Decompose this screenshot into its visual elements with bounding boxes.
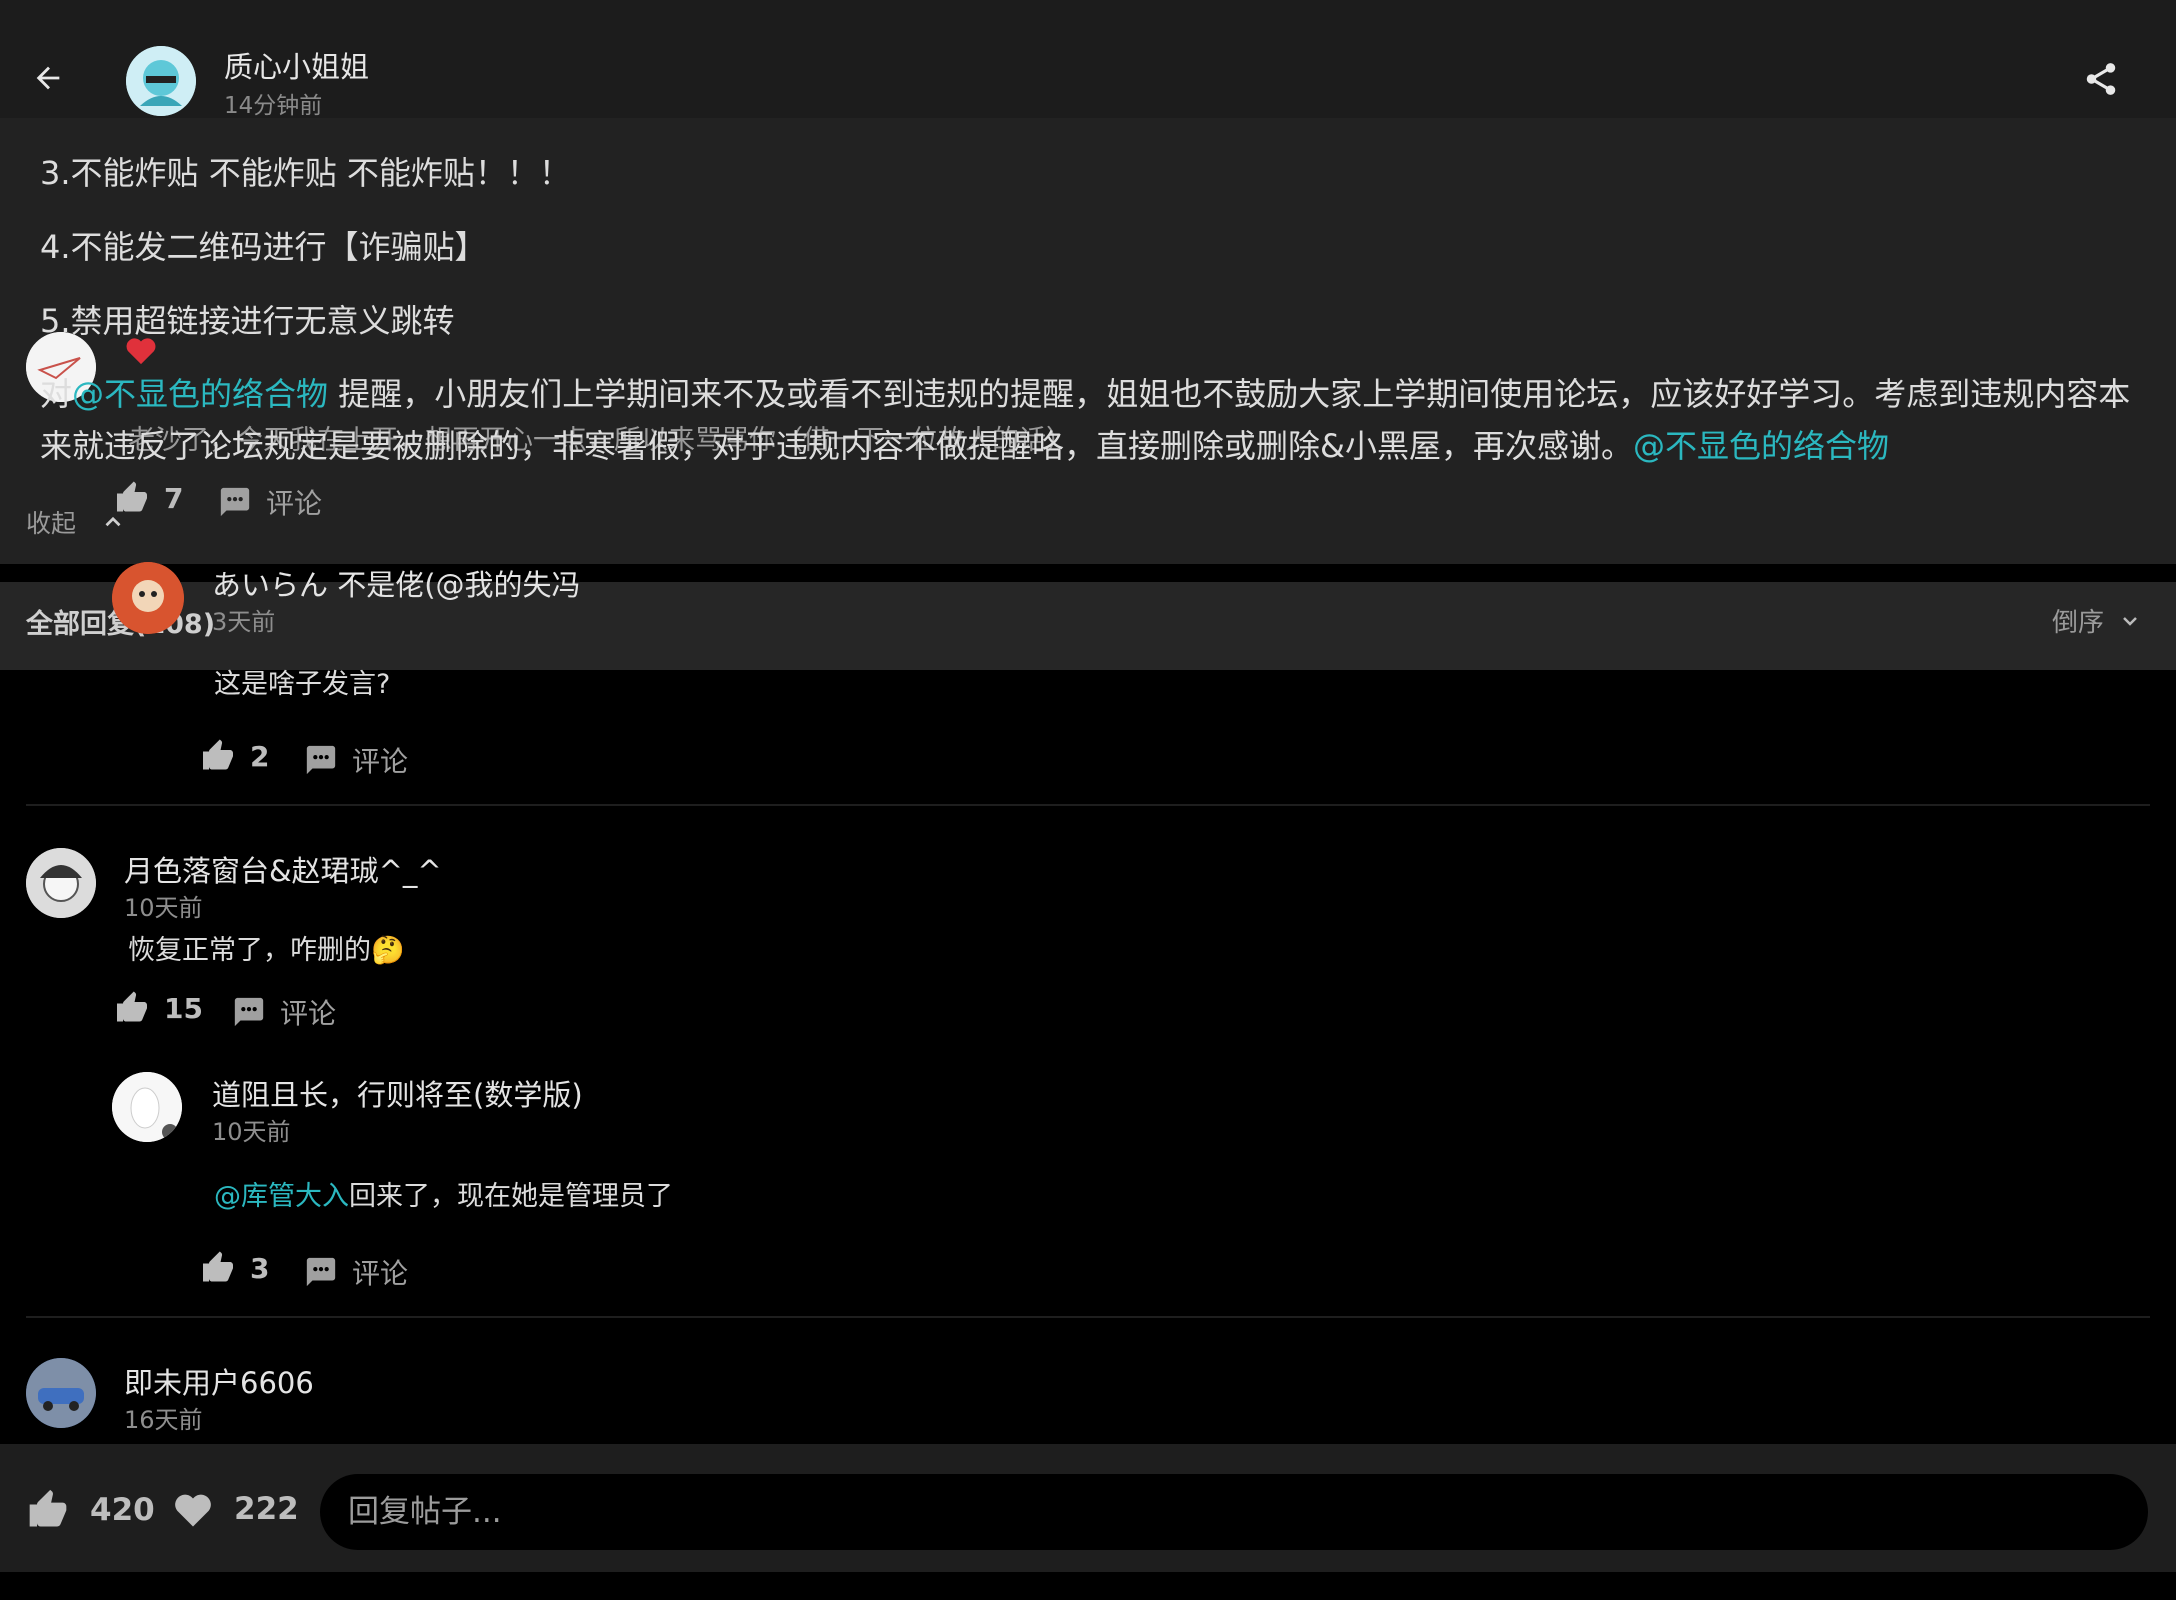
- thumbs-up-icon: [29, 1489, 67, 1527]
- reply-username[interactable]: あいらん 不是佬(@我的失冯: [212, 562, 581, 604]
- comment-icon: [306, 1257, 336, 1287]
- like-total: 420: [90, 1492, 155, 1528]
- post-comment-button[interactable]: 评论: [218, 482, 322, 522]
- post-line-3: 3.不能炸贴 不能炸贴 不能炸贴！！！: [40, 154, 571, 192]
- reply-text: 恢复正常了，咋删的🤔: [128, 935, 405, 966]
- sub-reply-username[interactable]: 道阻且长，行则将至(数学版): [212, 1072, 583, 1114]
- favorite-total: 222: [234, 1491, 299, 1527]
- collapse-label: 收起: [26, 509, 77, 538]
- sort-order-label: 倒序: [2052, 608, 2105, 638]
- sub-reply-text-block: @库管大入回来了，现在她是管理员了: [214, 1174, 673, 1213]
- divider: [26, 804, 2150, 806]
- reply-time: 16天前: [124, 1406, 203, 1434]
- comment-icon: [220, 487, 250, 517]
- post-like-total-button[interactable]: 420: [26, 1488, 155, 1532]
- post-time: 14分钟前: [224, 93, 323, 119]
- comment-prefix: 对: [40, 375, 73, 413]
- reply-comment-label: 评论: [352, 745, 409, 778]
- reply-avatar[interactable]: [26, 1358, 96, 1428]
- reply-comment-button[interactable]: 评论: [232, 992, 336, 1032]
- mention-link[interactable]: @不显色的络合物: [72, 375, 328, 413]
- comment-icon: [234, 997, 264, 1027]
- post-comment-label: 评论: [266, 487, 323, 520]
- reply-time: 3天前: [212, 608, 276, 636]
- collapse-button[interactable]: 收起: [26, 504, 126, 540]
- reply-time: 10天前: [124, 894, 203, 922]
- reply-comment-label: 评论: [280, 997, 337, 1030]
- post-like-count: 7: [164, 481, 184, 515]
- share-icon: [2086, 63, 2116, 95]
- comment-text-1: 提醒，小朋友们上学期间来不及或看不到违规的提醒，姐姐也不鼓励大家上学期间使用论坛…: [328, 375, 2131, 413]
- thumbs-up-icon: [117, 991, 147, 1022]
- heart-icon: [124, 334, 158, 370]
- pinned-comment: 对@不显色的络合物 提醒，小朋友们上学期间来不及或看不到违规的提醒，姐姐也不鼓励…: [40, 368, 2140, 472]
- comment-icon: [306, 745, 336, 775]
- chevron-up-icon: [105, 516, 121, 527]
- sub-reply-like-count: 3: [250, 1251, 270, 1285]
- divider: [26, 1316, 2150, 1318]
- reply-input[interactable]: [320, 1474, 2148, 1550]
- favorite-button[interactable]: 222: [172, 1488, 299, 1530]
- reply-text: 这是啥子发言?: [214, 669, 391, 700]
- comment-text-2: 来就违反了论坛规定是要被删除的，非寒暑假，对于违规内容不做提醒咯，直接删除或删除…: [40, 427, 1633, 465]
- reply-username[interactable]: 月色落窗台&赵珺珹^_^: [124, 848, 442, 890]
- post-line-5: 5.禁用超链接进行无意义跳转: [40, 302, 455, 340]
- reply-like-button[interactable]: 15: [114, 990, 203, 1026]
- reply-comment-button[interactable]: 评论: [304, 740, 408, 780]
- sub-reply-time: 10天前: [212, 1118, 291, 1146]
- post-line-4: 4.不能发二维码进行【诈骗贴】: [40, 228, 487, 266]
- share-button[interactable]: [2082, 60, 2122, 100]
- thumbs-up-icon: [203, 1251, 233, 1282]
- reply-avatar[interactable]: [26, 848, 96, 918]
- reply-like-count: 2: [250, 739, 270, 773]
- reply-avatar[interactable]: [112, 562, 184, 634]
- reply-like-button[interactable]: 2: [200, 738, 269, 774]
- thumbs-up-icon: [203, 739, 233, 770]
- sub-reply-comment-label: 评论: [352, 1257, 409, 1290]
- mention-link[interactable]: @库管大入: [214, 1181, 349, 1212]
- sort-order-button[interactable]: 倒序: [2052, 602, 2142, 639]
- sub-reply-avatar[interactable]: [112, 1072, 182, 1142]
- heart-icon: [175, 1494, 211, 1527]
- reply-username[interactable]: 即未用户6606: [124, 1360, 314, 1402]
- sub-reply-like-button[interactable]: 3: [200, 1250, 269, 1286]
- mention-link-2[interactable]: @不显色的络合物: [1633, 427, 1889, 465]
- sub-reply-comment-button[interactable]: 评论: [304, 1252, 408, 1292]
- back-button[interactable]: [28, 58, 68, 98]
- sub-reply-text: 回来了，现在她是管理员了: [349, 1181, 673, 1212]
- chevron-down-icon: [2123, 616, 2137, 626]
- author-name[interactable]: 质心小姐姐: [224, 44, 369, 86]
- author-avatar[interactable]: [126, 46, 196, 116]
- arrow-left-icon: [36, 66, 60, 90]
- reply-like-count: 15: [164, 991, 203, 1025]
